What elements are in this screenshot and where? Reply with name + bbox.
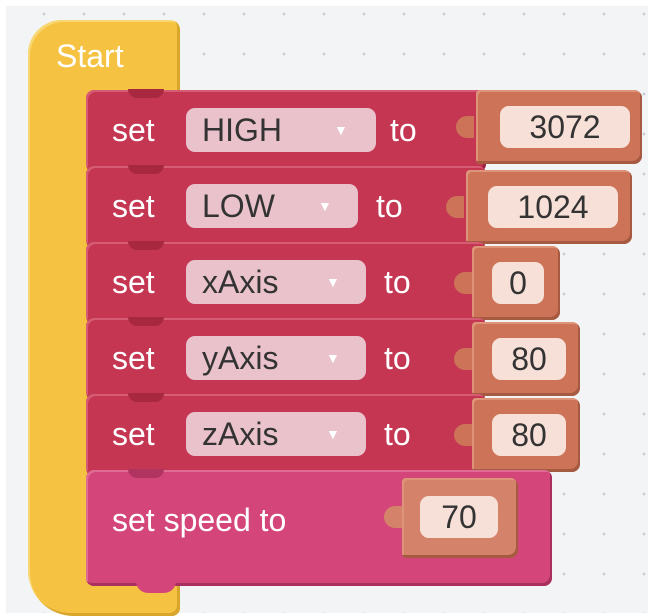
value-field-low[interactable]: 1024 [488, 186, 618, 228]
set-variable-block-yaxis[interactable]: set yAxis ▼ to [86, 317, 486, 400]
value-field-xaxis[interactable]: 0 [492, 262, 544, 304]
set-speed-label: set speed to [112, 502, 287, 538]
set-keyword: set [112, 112, 155, 148]
variable-name: xAxis [202, 264, 279, 300]
to-keyword: to [390, 112, 417, 148]
plug-connector [454, 424, 472, 446]
variable-dropdown-yaxis[interactable]: yAxis ▼ [186, 336, 366, 380]
set-variable-block-zaxis[interactable]: set zAxis ▼ to [86, 393, 486, 476]
set-keyword: set [112, 340, 155, 376]
value-field-high[interactable]: 3072 [500, 106, 630, 148]
set-keyword: set [112, 416, 155, 452]
variable-dropdown-xaxis[interactable]: xAxis ▼ [186, 260, 366, 304]
block-notch [128, 317, 164, 326]
set-keyword: set [112, 188, 155, 224]
chevron-down-icon: ▼ [326, 350, 340, 366]
variable-name: zAxis [202, 416, 279, 452]
block-bottom-tab [136, 581, 176, 593]
value-field-yaxis[interactable]: 80 [492, 338, 566, 380]
plug-connector [456, 116, 474, 138]
blocks-workspace[interactable]: Start set HIGH ▼ to 3072 set LOW ▼ to 10… [6, 6, 648, 616]
variable-name: LOW [202, 188, 275, 224]
variable-dropdown-high[interactable]: HIGH ▼ [186, 108, 376, 152]
block-notch [128, 241, 164, 250]
variable-name: HIGH [202, 112, 282, 148]
plug-connector [384, 506, 402, 528]
chevron-down-icon: ▼ [318, 198, 332, 214]
set-variable-block-xaxis[interactable]: set xAxis ▼ to [86, 241, 486, 324]
chevron-down-icon: ▼ [326, 274, 340, 290]
chevron-down-icon: ▼ [326, 426, 340, 442]
block-notch [128, 469, 164, 478]
set-keyword: set [112, 264, 155, 300]
block-notch [128, 165, 164, 174]
value-field-speed[interactable]: 70 [420, 496, 498, 538]
variable-dropdown-zaxis[interactable]: zAxis ▼ [186, 412, 366, 456]
chevron-down-icon: ▼ [334, 122, 348, 138]
plug-connector [454, 348, 472, 370]
to-keyword: to [376, 188, 403, 224]
to-keyword: to [384, 264, 411, 300]
variable-dropdown-low[interactable]: LOW ▼ [186, 184, 358, 228]
variable-name: yAxis [202, 340, 279, 376]
to-keyword: to [384, 340, 411, 376]
start-block-label: Start [56, 38, 124, 74]
to-keyword: to [384, 416, 411, 452]
plug-connector [454, 272, 472, 294]
block-notch [128, 393, 164, 402]
set-variable-block-low[interactable]: set LOW ▼ to [86, 165, 486, 248]
plug-connector [446, 196, 464, 218]
value-field-zaxis[interactable]: 80 [492, 414, 566, 456]
set-variable-block-high[interactable]: set HIGH ▼ to [86, 89, 486, 172]
block-notch [128, 89, 164, 98]
